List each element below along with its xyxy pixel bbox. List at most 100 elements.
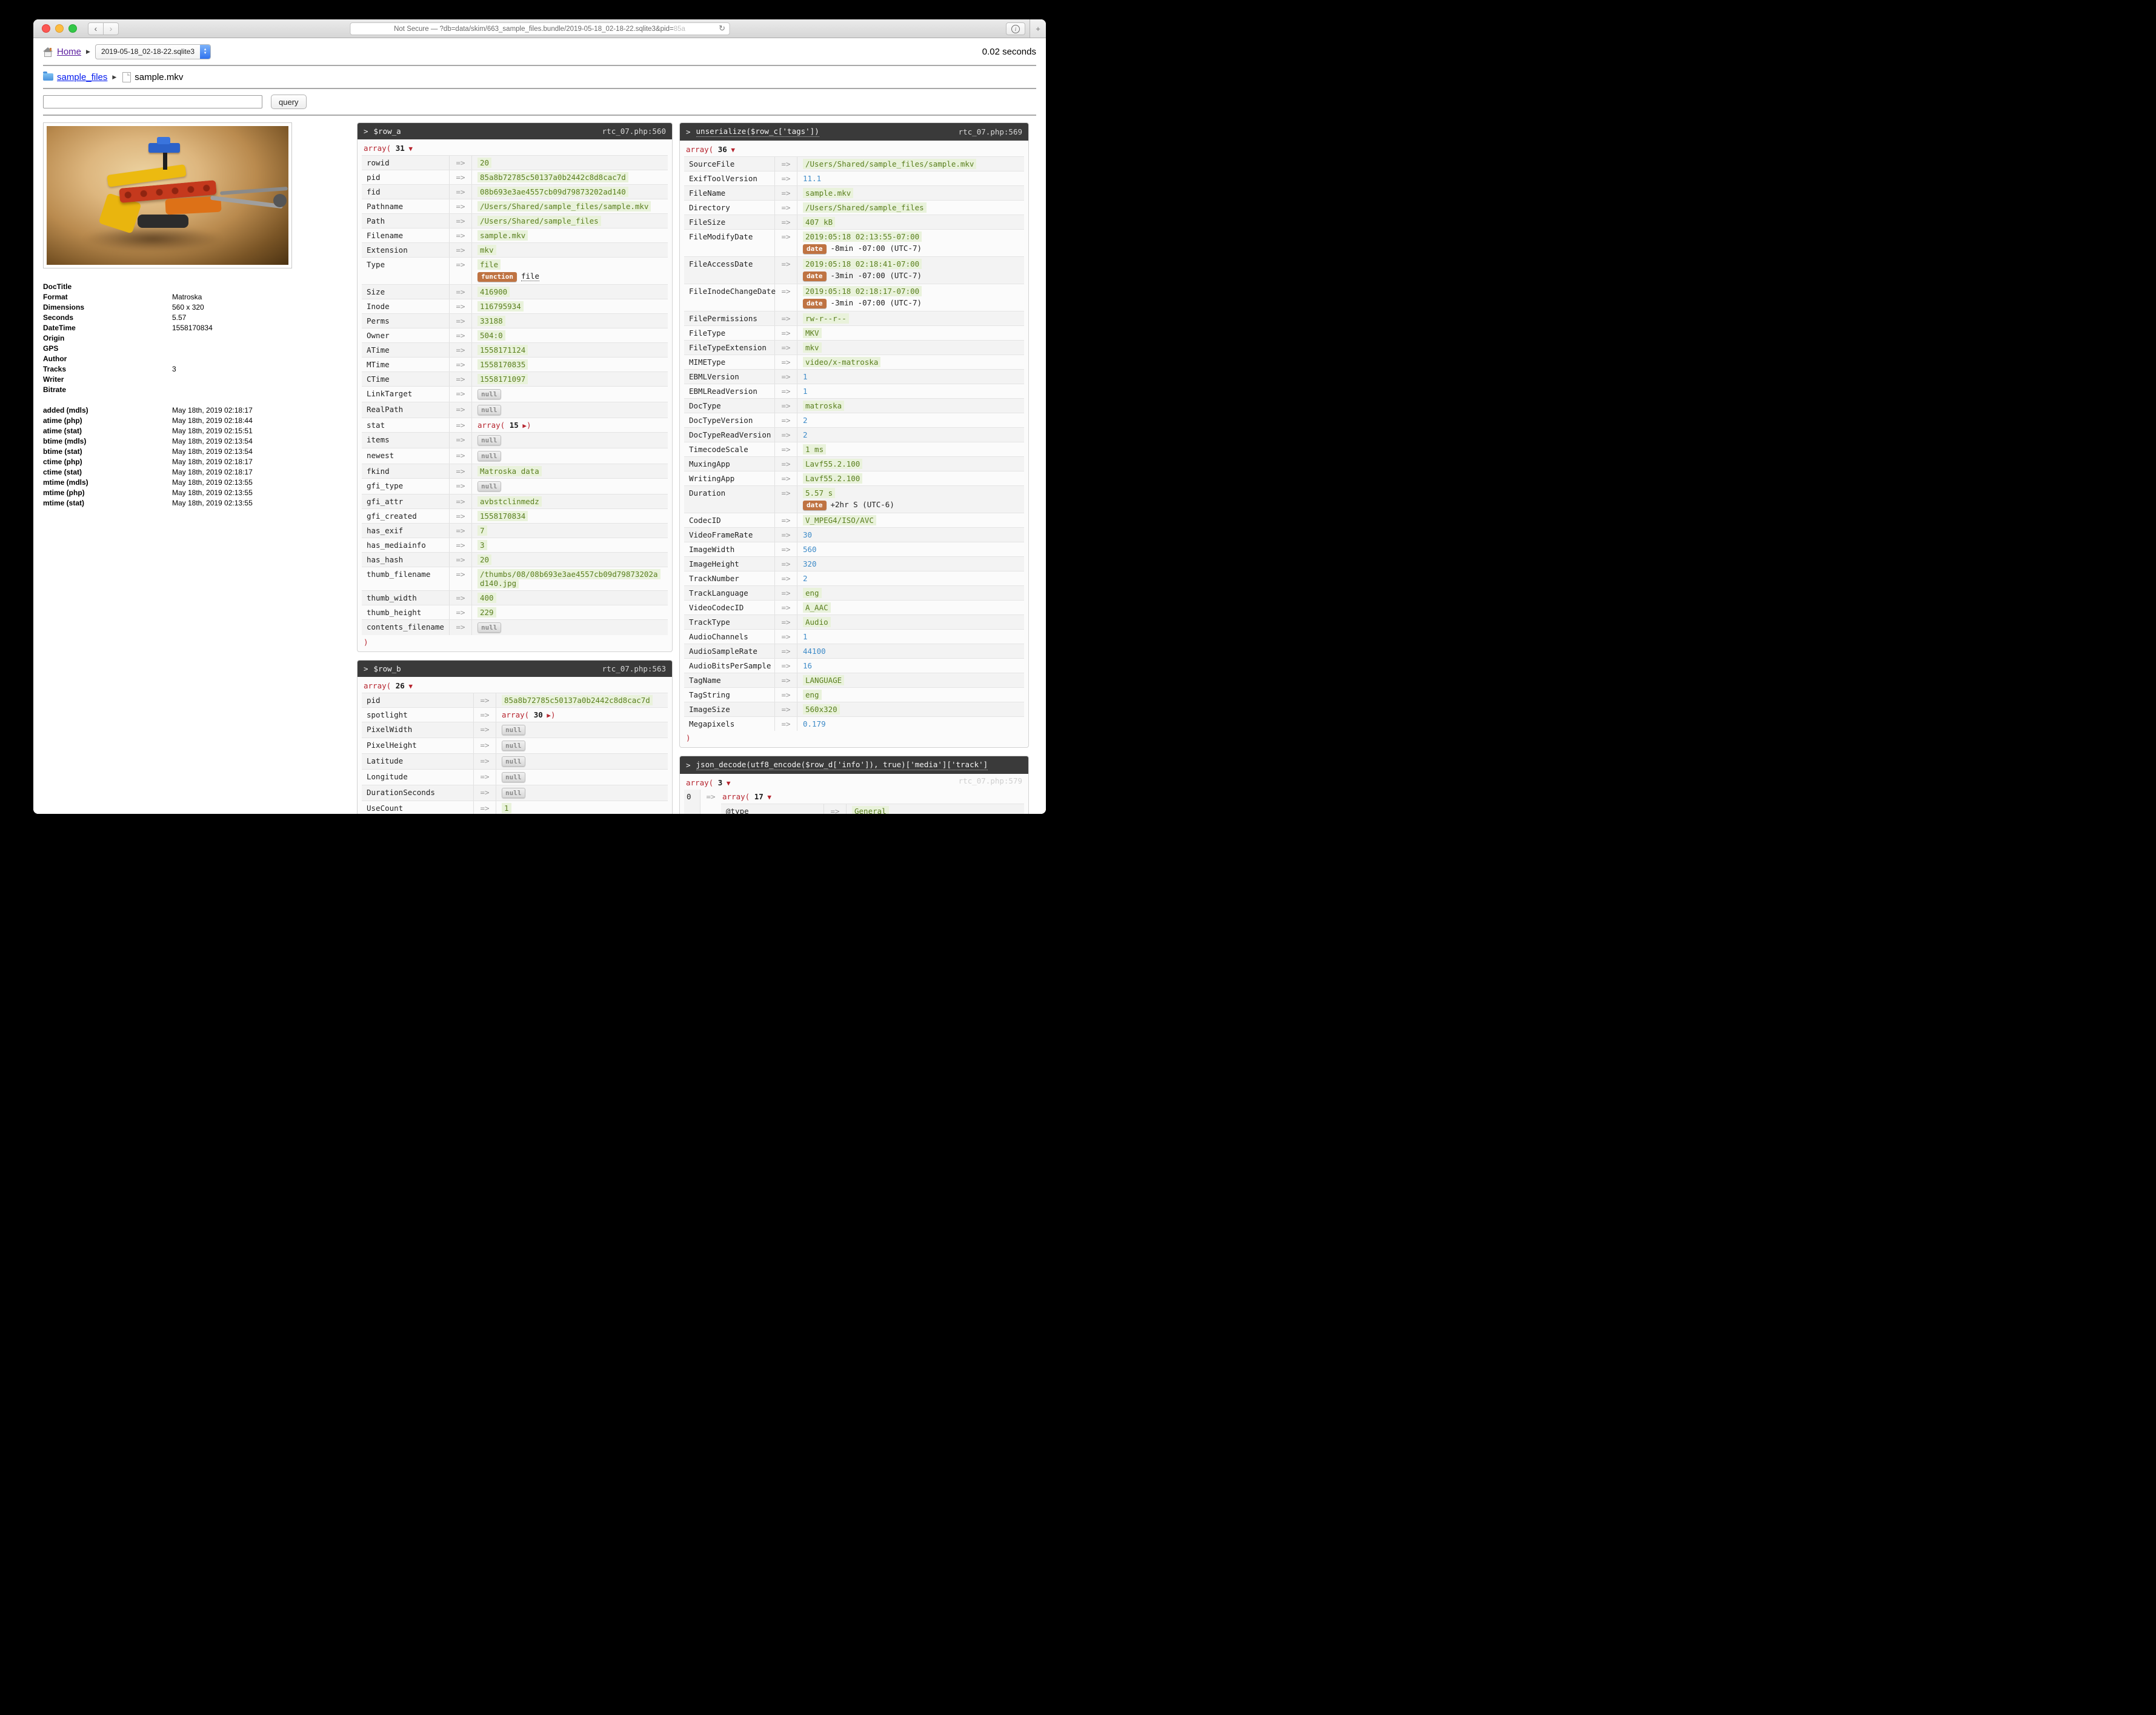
- arrow-operator: =>: [474, 738, 496, 753]
- kint-key: Latitude: [362, 754, 474, 769]
- kint-row: AudioSampleRate=>44100: [684, 644, 1024, 658]
- kint-row: @type=>General: [721, 804, 1024, 814]
- kint-value-cell: 1558170834: [472, 509, 668, 523]
- kint-key: PixelWidth: [362, 722, 474, 738]
- home-icon: [43, 47, 53, 56]
- kint-key: LinkTarget: [362, 387, 450, 402]
- string-value: 20: [477, 158, 491, 168]
- metadata-value: 1558170834: [172, 324, 293, 332]
- kint-key: DurationSeconds: [362, 785, 474, 801]
- null-badge: null: [502, 772, 525, 782]
- kint-value-cell: null: [472, 479, 668, 494]
- kint-key: Filename: [362, 228, 450, 242]
- kint-row: DocTypeReadVersion=>2: [684, 427, 1024, 442]
- arrow-operator: =>: [450, 538, 472, 552]
- kint-key: has_mediainfo: [362, 538, 450, 552]
- arrow-operator: =>: [775, 186, 797, 200]
- array-open[interactable]: array( 26 ▼: [358, 679, 672, 693]
- kint-value-cell: 3: [472, 538, 668, 552]
- kint-row: VideoCodecID=>A_AAC: [684, 600, 1024, 614]
- database-select[interactable]: 2019-05-18_02-18-22.sqlite3 ▲▼: [95, 44, 211, 59]
- address-bar[interactable]: Not Secure — ?db=data/skim/663_sample_fi…: [350, 22, 730, 35]
- kint-key: MuxingApp: [684, 457, 775, 471]
- zoom-window-button[interactable]: [68, 24, 77, 33]
- sample-files-link[interactable]: sample_files: [57, 72, 107, 82]
- home-link[interactable]: Home: [57, 47, 81, 57]
- kint-value: 1: [803, 387, 808, 396]
- string-value: V_MPEG4/ISO/AVC: [803, 515, 876, 525]
- array-open[interactable]: array( 36 ▼: [680, 142, 1028, 156]
- metadata-row: DocTitle: [43, 281, 293, 291]
- arrow-operator: =>: [450, 591, 472, 605]
- array-open[interactable]: array( 31 ▼: [358, 141, 672, 155]
- kint-value-cell: 1 ms: [797, 442, 1024, 456]
- kint-value-cell: 85a8b72785c50137a0b2442c8d8cac7d: [472, 170, 668, 184]
- kint-row: FileName=>sample.mkv: [684, 185, 1024, 200]
- kint-key: AudioBitsPerSample: [684, 659, 775, 673]
- kint-key: contents_filename: [362, 620, 450, 635]
- kint-key: TagString: [684, 688, 775, 702]
- arrow-operator: =>: [450, 185, 472, 199]
- collapse-arrow-icon: ▼: [405, 682, 413, 690]
- date-badge: date: [803, 271, 827, 281]
- string-value: Audio: [803, 617, 831, 627]
- arrow-operator: =>: [450, 418, 472, 432]
- string-value: 85a8b72785c50137a0b2442c8d8cac7d: [502, 695, 653, 705]
- kint-panel-header[interactable]: >$row_brtc_07.php:563: [358, 661, 672, 677]
- kint-value: 560: [803, 545, 817, 554]
- arrow-operator: =>: [775, 215, 797, 229]
- browser-titlebar: ‹ › Not Secure — ?db=data/skim/663_sampl…: [33, 19, 1046, 38]
- arrow-operator: =>: [775, 172, 797, 185]
- kint-panel-header[interactable]: >$row_artc_07.php:560: [358, 123, 672, 139]
- panel-title: $row_a: [374, 127, 401, 136]
- metadata-label: Tracks: [43, 365, 172, 373]
- forward-button[interactable]: ›: [104, 22, 119, 35]
- kint-value-cell: 400: [472, 591, 668, 605]
- back-button[interactable]: ‹: [88, 22, 104, 35]
- reload-icon[interactable]: ↻: [719, 24, 725, 33]
- metadata-value: May 18th, 2019 02:13:54: [172, 447, 293, 456]
- close-window-button[interactable]: [42, 24, 50, 33]
- arrow-operator: =>: [450, 433, 472, 448]
- arrow-operator: =>: [775, 341, 797, 355]
- kint-panel-json: >json_decode(utf8_encode($row_d['info'])…: [679, 756, 1029, 814]
- kint-row: CodecID=>V_MPEG4/ISO/AVC: [684, 513, 1024, 527]
- query-input[interactable]: [43, 95, 262, 108]
- info-button[interactable]: i: [1006, 22, 1025, 35]
- array-toggle[interactable]: array( 30 ▶): [502, 710, 556, 719]
- metadata-label: mtime (mdls): [43, 478, 172, 487]
- kint-row: ATime=>1558171124: [362, 342, 668, 357]
- value-annotation: functionfile: [477, 271, 662, 282]
- kint-key: FilePermissions: [684, 311, 775, 325]
- metadata-row: Dimensions560 x 320: [43, 302, 293, 312]
- array-open[interactable]: array( 17 ▼: [721, 790, 1024, 804]
- new-tab-button[interactable]: +: [1030, 19, 1046, 38]
- arrow-operator: =>: [450, 299, 472, 313]
- kint-value-cell: Lavf55.2.100: [797, 471, 1024, 485]
- panel-title: unserialize($row_c['tags']): [696, 127, 819, 137]
- file-breadcrumb: sample_files ▶ sample.mkv: [43, 66, 1036, 88]
- array-count: 31: [396, 144, 405, 153]
- kint-key: thumb_filename: [362, 567, 450, 590]
- string-value: eng: [803, 690, 822, 700]
- array-toggle[interactable]: array( 15 ▶): [477, 421, 531, 430]
- kint-value-cell: 1: [797, 384, 1024, 398]
- kint-key: Extension: [362, 243, 450, 257]
- kint-value: null: [502, 741, 525, 750]
- null-badge: null: [477, 622, 501, 633]
- kint-row: stat=>array( 15 ▶): [362, 418, 668, 432]
- expand-arrow-icon: ▶: [543, 711, 551, 719]
- kint-row: has_hash=>20: [362, 552, 668, 567]
- kint-value: null: [477, 405, 501, 414]
- kint-panel-header[interactable]: >unserialize($row_c['tags'])rtc_07.php:5…: [680, 123, 1028, 141]
- panel-file-ref: rtc_07.php:569: [951, 127, 1022, 136]
- kint-row: pid=>85a8b72785c50137a0b2442c8d8cac7d: [362, 693, 668, 707]
- query-button[interactable]: query: [271, 95, 307, 109]
- kint-value-cell: eng: [797, 586, 1024, 600]
- metadata-row: [43, 395, 293, 405]
- minimize-window-button[interactable]: [55, 24, 64, 33]
- kint-key: thumb_width: [362, 591, 450, 605]
- kint-panel-header[interactable]: >json_decode(utf8_encode($row_d['info'])…: [680, 756, 1028, 774]
- kint-row: ImageSize=>560x320: [684, 702, 1024, 716]
- arrow-operator: =>: [775, 486, 797, 513]
